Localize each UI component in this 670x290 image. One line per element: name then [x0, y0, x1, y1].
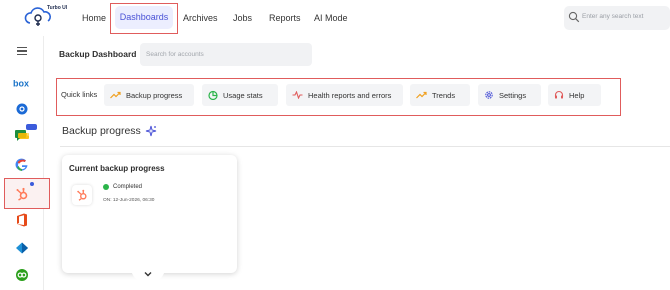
page-title: Backup Dashboard: [59, 49, 137, 59]
notification-dot: [30, 182, 34, 186]
quick-link-label: Help: [569, 90, 585, 100]
quick-link-settings[interactable]: Settings: [478, 84, 541, 106]
quick-link-label: Backup progress: [126, 90, 183, 100]
account-search-placeholder: Search for accounts: [146, 51, 204, 58]
top-nav-bar: Turbo UI Home Dashboards Archives Jobs R…: [0, 0, 670, 36]
hamburger-menu-icon[interactable]: [17, 47, 27, 55]
gear-icon: [485, 91, 493, 99]
nav-dashboards[interactable]: Dashboards: [115, 6, 173, 29]
headset-icon: [554, 90, 564, 99]
google-icon[interactable]: [12, 155, 32, 175]
trend-up-icon: [416, 91, 427, 99]
status-date: ON: 12-Jun-2026, 06:30: [103, 198, 155, 203]
quick-link-label: Trends: [432, 90, 456, 100]
card-title: Current backup progress: [69, 164, 165, 173]
quick-link-label: Usage stats: [223, 90, 263, 100]
pulse-icon: [292, 91, 303, 99]
backup-progress-card: Current backup progress Completed ON: 12…: [62, 155, 237, 273]
office-icon[interactable]: [12, 210, 32, 230]
section-divider: [60, 146, 670, 147]
logo-text: Turbo UI: [47, 5, 68, 11]
pie-chart-icon: [208, 90, 218, 100]
hubspot-icon: [72, 185, 92, 205]
quickbooks-icon[interactable]: [12, 265, 32, 285]
global-search-placeholder: Enter any search text: [582, 13, 644, 20]
sparkle-icon[interactable]: [145, 125, 157, 137]
quick-links-label: Quick links: [61, 90, 98, 99]
quick-link-label: Health reports and errors: [308, 90, 392, 100]
svg-text:box: box: [13, 79, 29, 89]
quick-link-trends[interactable]: Trends: [410, 84, 470, 106]
nav-jobs[interactable]: Jobs: [233, 11, 252, 25]
chevron-down-icon[interactable]: [144, 271, 152, 277]
azure-icon[interactable]: [12, 238, 32, 258]
trend-up-icon: [110, 91, 121, 99]
account-search-input[interactable]: Search for accounts: [140, 43, 312, 66]
nav-ai-mode[interactable]: AI Mode: [314, 11, 348, 25]
global-search-input[interactable]: Enter any search text: [564, 6, 670, 30]
status-dot: [103, 184, 109, 190]
quick-link-label: Settings: [499, 90, 527, 100]
quick-link-usage-stats[interactable]: Usage stats: [202, 84, 278, 106]
nav-archives[interactable]: Archives: [183, 11, 218, 25]
quick-link-help[interactable]: Help: [548, 84, 601, 106]
nav-home[interactable]: Home: [82, 11, 106, 25]
nav-reports[interactable]: Reports: [269, 11, 301, 25]
hubspot-icon[interactable]: [12, 184, 32, 204]
search-icon: [568, 11, 580, 23]
section-title: Backup progress: [62, 125, 141, 137]
box-icon[interactable]: box: [12, 73, 32, 93]
quick-link-backup-progress[interactable]: Backup progress: [104, 84, 194, 106]
onedrive-blue-icon[interactable]: [12, 99, 32, 119]
beta-badge-text: Beta: [27, 133, 36, 137]
beta-badge: Beta: [26, 124, 37, 137]
quick-link-health-reports[interactable]: Health reports and errors: [286, 84, 403, 106]
status-text: Completed: [113, 184, 143, 190]
